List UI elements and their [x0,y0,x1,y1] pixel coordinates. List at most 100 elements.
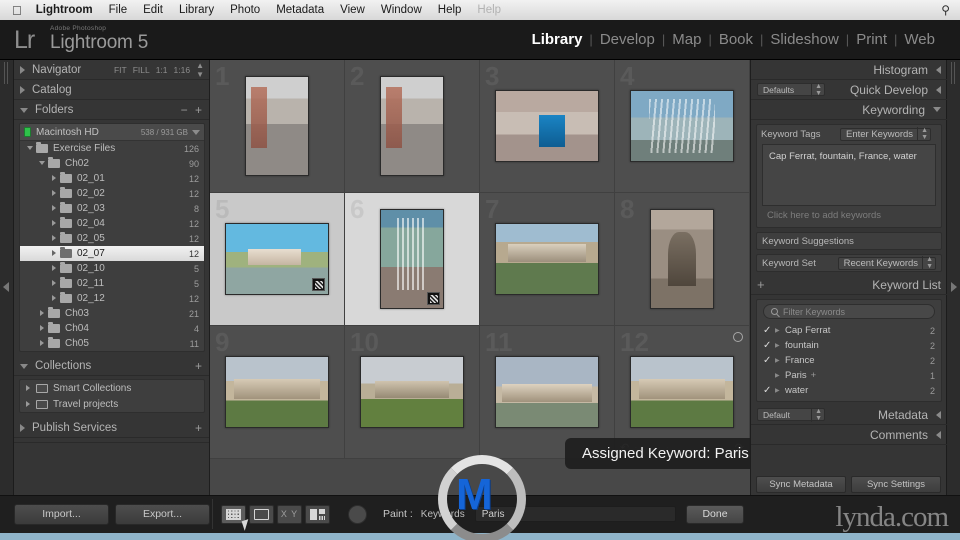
folder-row[interactable]: 02_02 12 [20,186,204,201]
metadata-preset-select[interactable]: Default ▲ ▼ [757,407,825,422]
photo-thumbnail[interactable] [630,356,734,428]
menu-item-file[interactable]: File [109,4,128,16]
stepper-icon[interactable]: ▲ ▼ [811,407,822,422]
nav-mode-fill[interactable]: FILL [133,65,150,75]
chevron-right-icon[interactable] [48,234,60,243]
menu-item-window[interactable]: Window [381,4,422,16]
chevron-right-icon[interactable]: ▶ [775,372,785,379]
chevron-right-icon[interactable]: ▶ [775,357,785,364]
comments-header[interactable]: Comments [751,425,947,445]
metadata-header[interactable]: Default ▲ ▼ Metadata [751,405,947,425]
preset-select[interactable]: Defaults ▲ ▼ [757,82,825,97]
chevron-right-icon[interactable] [20,383,36,394]
menu-item-edit[interactable]: Edit [143,4,163,16]
left-panel-grip[interactable] [4,62,9,84]
grid-cell[interactable]: 8 [615,193,750,326]
keywording-header[interactable]: Keywording [751,100,947,120]
photo-thumbnail[interactable] [495,356,599,428]
metadata-preset-control[interactable]: Default ▲ ▼ [757,407,825,422]
folders-header[interactable]: Folders − + [14,100,209,120]
chevron-right-icon[interactable] [20,399,36,410]
module-print[interactable]: Print [849,31,894,48]
collections-header[interactable]: Collections + [14,356,209,376]
photo-thumbnail[interactable] [495,90,599,162]
collection-item-smart[interactable]: Smart Collections [20,380,204,396]
grid-view[interactable]: 123456789101112. . . . . .↶↷ Assigned Ke… [210,60,750,495]
keyword-list-item[interactable]: ✓ ▶ Cap Ferrat 2 [757,323,941,338]
plus-icon[interactable]: + [757,277,765,292]
sync-metadata-button[interactable]: Sync Metadata [756,476,846,493]
chevron-right-icon[interactable] [48,264,60,273]
apple-icon[interactable]:  [12,4,22,17]
grid-cell[interactable]: 2 [345,60,480,193]
left-panel-edge[interactable] [0,60,14,495]
keyword-badge-icon[interactable] [312,278,325,291]
compare-view-icon[interactable]: X Y [277,504,302,524]
paint-value-input[interactable]: Paris [474,506,676,522]
done-button[interactable]: Done [686,504,744,524]
module-develop[interactable]: Develop [593,31,662,48]
stepper-icon[interactable]: ▲ ▼ [811,82,822,97]
chevron-right-icon[interactable] [36,339,48,348]
grid-cell[interactable]: 7 [480,193,615,326]
keyword-list-header[interactable]: + Keyword List [751,275,947,295]
chevron-right-icon[interactable] [48,219,60,228]
menu-item-view[interactable]: View [340,4,365,16]
collection-item-travel[interactable]: Travel projects [20,396,204,412]
folder-row[interactable]: Ch02 90 [20,156,204,171]
grid-cell[interactable]: 1 [210,60,345,193]
photo-thumbnail[interactable] [495,223,599,295]
folder-row[interactable]: Ch05 11 [20,336,204,351]
paint-tool-button[interactable] [348,504,367,524]
keyword-add-icon[interactable]: + [811,370,817,381]
checkmark-icon[interactable]: ✓ [763,385,775,396]
volume-menu-icon[interactable] [192,129,200,135]
folder-row[interactable]: 02_07 12 [20,246,204,261]
folder-row[interactable]: 02_03 8 [20,201,204,216]
chevron-right-icon[interactable]: ▶ [775,342,785,349]
grid-cell[interactable]: 6 [345,193,480,326]
checkmark-icon[interactable]: ✓ [763,325,775,336]
nav-zoom-stepper-icon[interactable]: ▲ ▼ [196,61,204,79]
keyword-set-row[interactable]: Keyword Set Recent Keywords ▲ ▼ [756,254,942,272]
chevron-right-icon[interactable]: ▶ [775,387,785,394]
keyword-list-item[interactable]: ✓ ▶ water 2 [757,383,941,398]
nav-mode-fit[interactable]: FIT [114,65,127,75]
survey-view-icon[interactable] [305,504,330,524]
nav-mode-1-16[interactable]: 1:16 [174,65,191,75]
right-panel-collapse-icon[interactable] [951,282,957,292]
menu-item-metadata[interactable]: Metadata [276,4,324,16]
export-button[interactable]: Export... [115,503,210,525]
photo-thumbnail[interactable] [380,76,444,176]
module-slideshow[interactable]: Slideshow [763,31,845,48]
folder-row[interactable]: Exercise Files 126 [20,141,204,156]
filter-keywords-input[interactable]: Filter Keywords [763,304,935,319]
import-button[interactable]: Import... [14,503,109,525]
paint-kind-select[interactable]: Keywords [421,509,465,520]
add-keywords-placeholder[interactable]: Click here to add keywords [757,206,941,227]
chevron-down-icon[interactable] [24,145,36,152]
photo-thumbnail[interactable] [225,356,329,428]
right-panel-grip[interactable] [951,62,956,84]
folder-row[interactable]: 02_11 5 [20,276,204,291]
search-icon[interactable]: ⚲ [941,3,950,17]
keyword-list-item[interactable]: ▶ Paris +1 [757,368,941,383]
keyword-set-select[interactable]: Recent Keywords ▲ ▼ [837,256,936,270]
chevron-right-icon[interactable] [48,174,60,183]
nav-mode-1-1[interactable]: 1:1 [156,65,168,75]
collections-add-icon[interactable]: + [195,359,204,373]
folder-row[interactable]: 02_12 12 [20,291,204,306]
keyword-list-item[interactable]: ✓ ▶ France 2 [757,353,941,368]
photo-thumbnail[interactable] [245,76,309,176]
photo-thumbnail[interactable] [225,223,329,295]
catalog-header[interactable]: Catalog [14,80,209,100]
folder-row[interactable]: 02_01 12 [20,171,204,186]
folder-row[interactable]: 02_05 12 [20,231,204,246]
histogram-header[interactable]: Histogram [751,60,947,80]
module-web[interactable]: Web [897,31,942,48]
stepper-icon[interactable]: ▲ ▼ [917,127,928,141]
keywords-textarea[interactable]: Cap Ferrat, fountain, France, water [762,144,936,206]
photo-thumbnail[interactable] [380,209,444,309]
right-panel-edge[interactable] [946,60,960,495]
menu-item-library[interactable]: Library [179,4,214,16]
